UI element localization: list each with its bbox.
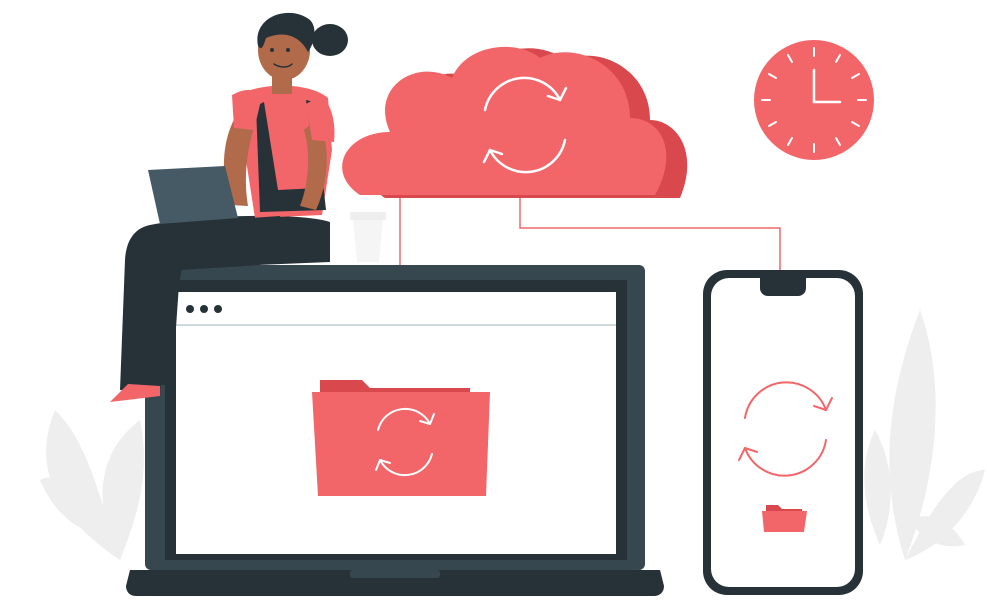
clock-icon (754, 40, 874, 160)
folder-icon (312, 380, 490, 496)
coffee-cup-icon (350, 212, 386, 262)
window-dot (214, 305, 222, 313)
right-leaf-icon (864, 310, 985, 560)
folder-icon (762, 505, 807, 532)
window-dot (186, 305, 194, 313)
sync-illustration (40, 12, 985, 596)
cloud-icon (342, 46, 688, 198)
smartphone-icon (703, 270, 863, 595)
connection-lines (399, 190, 781, 270)
window-dot (200, 305, 208, 313)
laptop-icon (126, 265, 664, 596)
